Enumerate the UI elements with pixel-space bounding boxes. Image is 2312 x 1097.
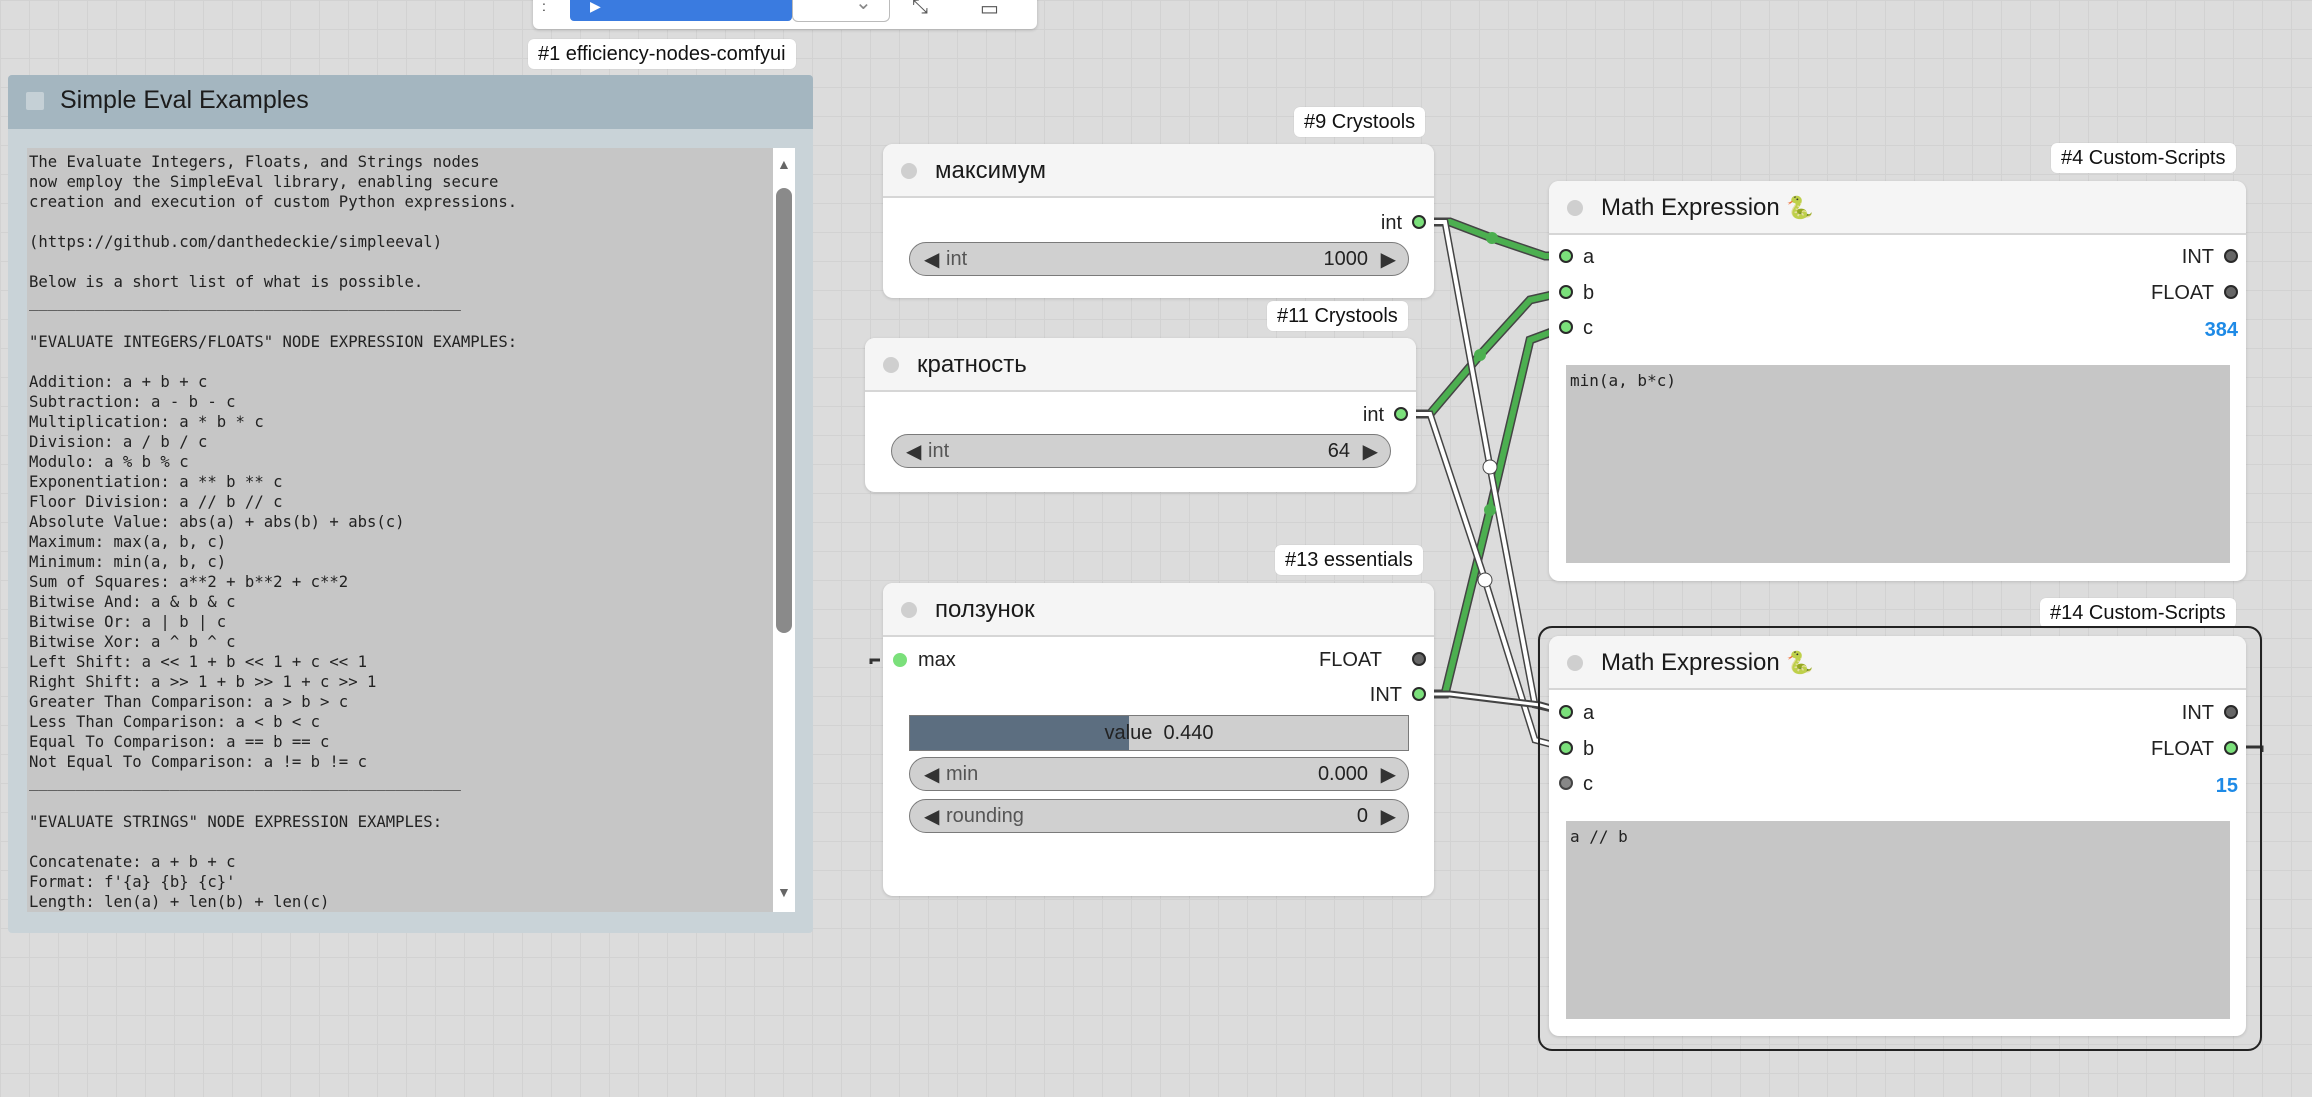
- snake-icon: 🐍: [1786, 650, 1814, 675]
- output-label: int: [1380, 212, 1402, 234]
- output-slot-int[interactable]: [1394, 407, 1408, 421]
- node-header[interactable]: ползунок: [883, 583, 1434, 637]
- node-slider[interactable]: ползунок max FLOAT INT value 0.440 ◀ min…: [883, 583, 1434, 896]
- expression-textarea[interactable]: a // b: [1566, 821, 2230, 1019]
- node-title: Math Expression 🐍: [1601, 194, 1814, 221]
- node-header[interactable]: Math Expression 🐍: [1549, 636, 2246, 690]
- int-widget[interactable]: ◀ int 64 ▶: [891, 434, 1391, 468]
- output-slot-float[interactable]: [2224, 741, 2238, 755]
- value-slider[interactable]: value 0.440: [909, 715, 1409, 751]
- input-label-c: c: [1583, 317, 1593, 339]
- node-badge-math2: #14 Custom-Scripts: [2040, 598, 2236, 628]
- input-label-a: a: [1583, 702, 1595, 724]
- decrement-arrow-icon[interactable]: ◀: [924, 762, 939, 787]
- collapse-dot[interactable]: [1567, 200, 1583, 216]
- collapse-dot[interactable]: [901, 602, 917, 618]
- node-header[interactable]: кратность: [865, 338, 1416, 392]
- node-maximum[interactable]: максимум int ◀ int 1000 ▶: [883, 144, 1434, 298]
- output-label-int: INT: [1369, 684, 1402, 706]
- node-math-expression-2[interactable]: Math Expression 🐍 a b c INT FLOAT 15 a /…: [1549, 636, 2246, 1036]
- min-widget[interactable]: ◀ min 0.000 ▶: [909, 757, 1409, 791]
- widget-value: 0: [1356, 805, 1368, 827]
- input-label-b: b: [1583, 282, 1595, 304]
- node-badge-mult: #11 Crystools: [1267, 301, 1408, 331]
- output-slot-int[interactable]: [2224, 705, 2238, 719]
- input-label-b: b: [1583, 738, 1595, 760]
- output-slot-int[interactable]: [1412, 215, 1426, 229]
- output-label-int: INT: [2181, 702, 2214, 724]
- input-slot-max[interactable]: [893, 653, 907, 667]
- output-slot-int[interactable]: [2224, 249, 2238, 263]
- input-slot-c[interactable]: [1559, 776, 1573, 790]
- decrement-arrow-icon[interactable]: ◀: [906, 439, 921, 464]
- node-badge-slider: #13 essentials: [1275, 545, 1423, 575]
- input-slot-a[interactable]: [1559, 705, 1573, 719]
- output-label-int: INT: [2181, 246, 2214, 268]
- output-label-float: FLOAT: [2151, 282, 2214, 304]
- collapse-dot[interactable]: [883, 357, 899, 373]
- widget-value: 1000: [1323, 248, 1369, 270]
- output-slot-float[interactable]: [2224, 285, 2238, 299]
- output-label-float: FLOAT: [2151, 738, 2214, 760]
- widget-name: rounding: [946, 805, 1024, 827]
- node-header[interactable]: максимум: [883, 144, 1434, 198]
- widget-name: int: [928, 440, 950, 462]
- widget-value: 0.000: [1317, 763, 1368, 785]
- slider-label: value: [1104, 722, 1153, 744]
- input-label-a: a: [1583, 246, 1595, 268]
- input-label-c: c: [1583, 773, 1593, 795]
- input-slot-c[interactable]: [1559, 320, 1573, 334]
- collapse-dot[interactable]: [1567, 655, 1583, 671]
- node-title: Math Expression 🐍: [1601, 649, 1814, 676]
- slider-value: 0.440: [1163, 722, 1214, 744]
- increment-arrow-icon[interactable]: ▶: [1381, 762, 1396, 787]
- expression-textarea[interactable]: min(a, b*c): [1566, 365, 2230, 563]
- input-slot-a[interactable]: [1559, 249, 1573, 263]
- decrement-arrow-icon[interactable]: ◀: [924, 247, 939, 272]
- decrement-arrow-icon[interactable]: ◀: [924, 804, 939, 829]
- collapse-dot[interactable]: [901, 163, 917, 179]
- node-badge-max: #9 Crystools: [1294, 107, 1426, 137]
- node-header[interactable]: Math Expression 🐍: [1549, 181, 2246, 235]
- output-slot-int[interactable]: [1412, 687, 1426, 701]
- node-badge-math1: #4 Custom-Scripts: [2051, 143, 2236, 173]
- node-multiplicity[interactable]: кратность int ◀ int 64 ▶: [865, 338, 1416, 492]
- node-title: ползунок: [935, 596, 1035, 623]
- input-label: max: [918, 649, 956, 671]
- result-value: 384: [2204, 319, 2238, 341]
- node-math-expression-1[interactable]: Math Expression 🐍 a b c INT FLOAT 384 mi…: [1549, 181, 2246, 581]
- node-title: кратность: [917, 351, 1027, 378]
- input-slot-b[interactable]: [1559, 741, 1573, 755]
- result-value: 15: [2215, 775, 2238, 797]
- int-widget[interactable]: ◀ int 1000 ▶: [909, 242, 1409, 276]
- widget-value: 64: [1327, 440, 1350, 462]
- output-label: int: [1362, 404, 1384, 426]
- output-slot-float[interactable]: [1412, 652, 1426, 666]
- node-title: максимум: [935, 157, 1047, 184]
- widget-name: min: [946, 763, 979, 785]
- increment-arrow-icon[interactable]: ▶: [1381, 804, 1396, 829]
- increment-arrow-icon[interactable]: ▶: [1381, 247, 1396, 272]
- widget-name: int: [946, 248, 968, 270]
- output-label-float: FLOAT: [1319, 649, 1382, 671]
- increment-arrow-icon[interactable]: ▶: [1363, 439, 1378, 464]
- snake-icon: 🐍: [1786, 195, 1814, 220]
- rounding-widget[interactable]: ◀ rounding 0 ▶: [909, 799, 1409, 833]
- input-slot-b[interactable]: [1559, 285, 1573, 299]
